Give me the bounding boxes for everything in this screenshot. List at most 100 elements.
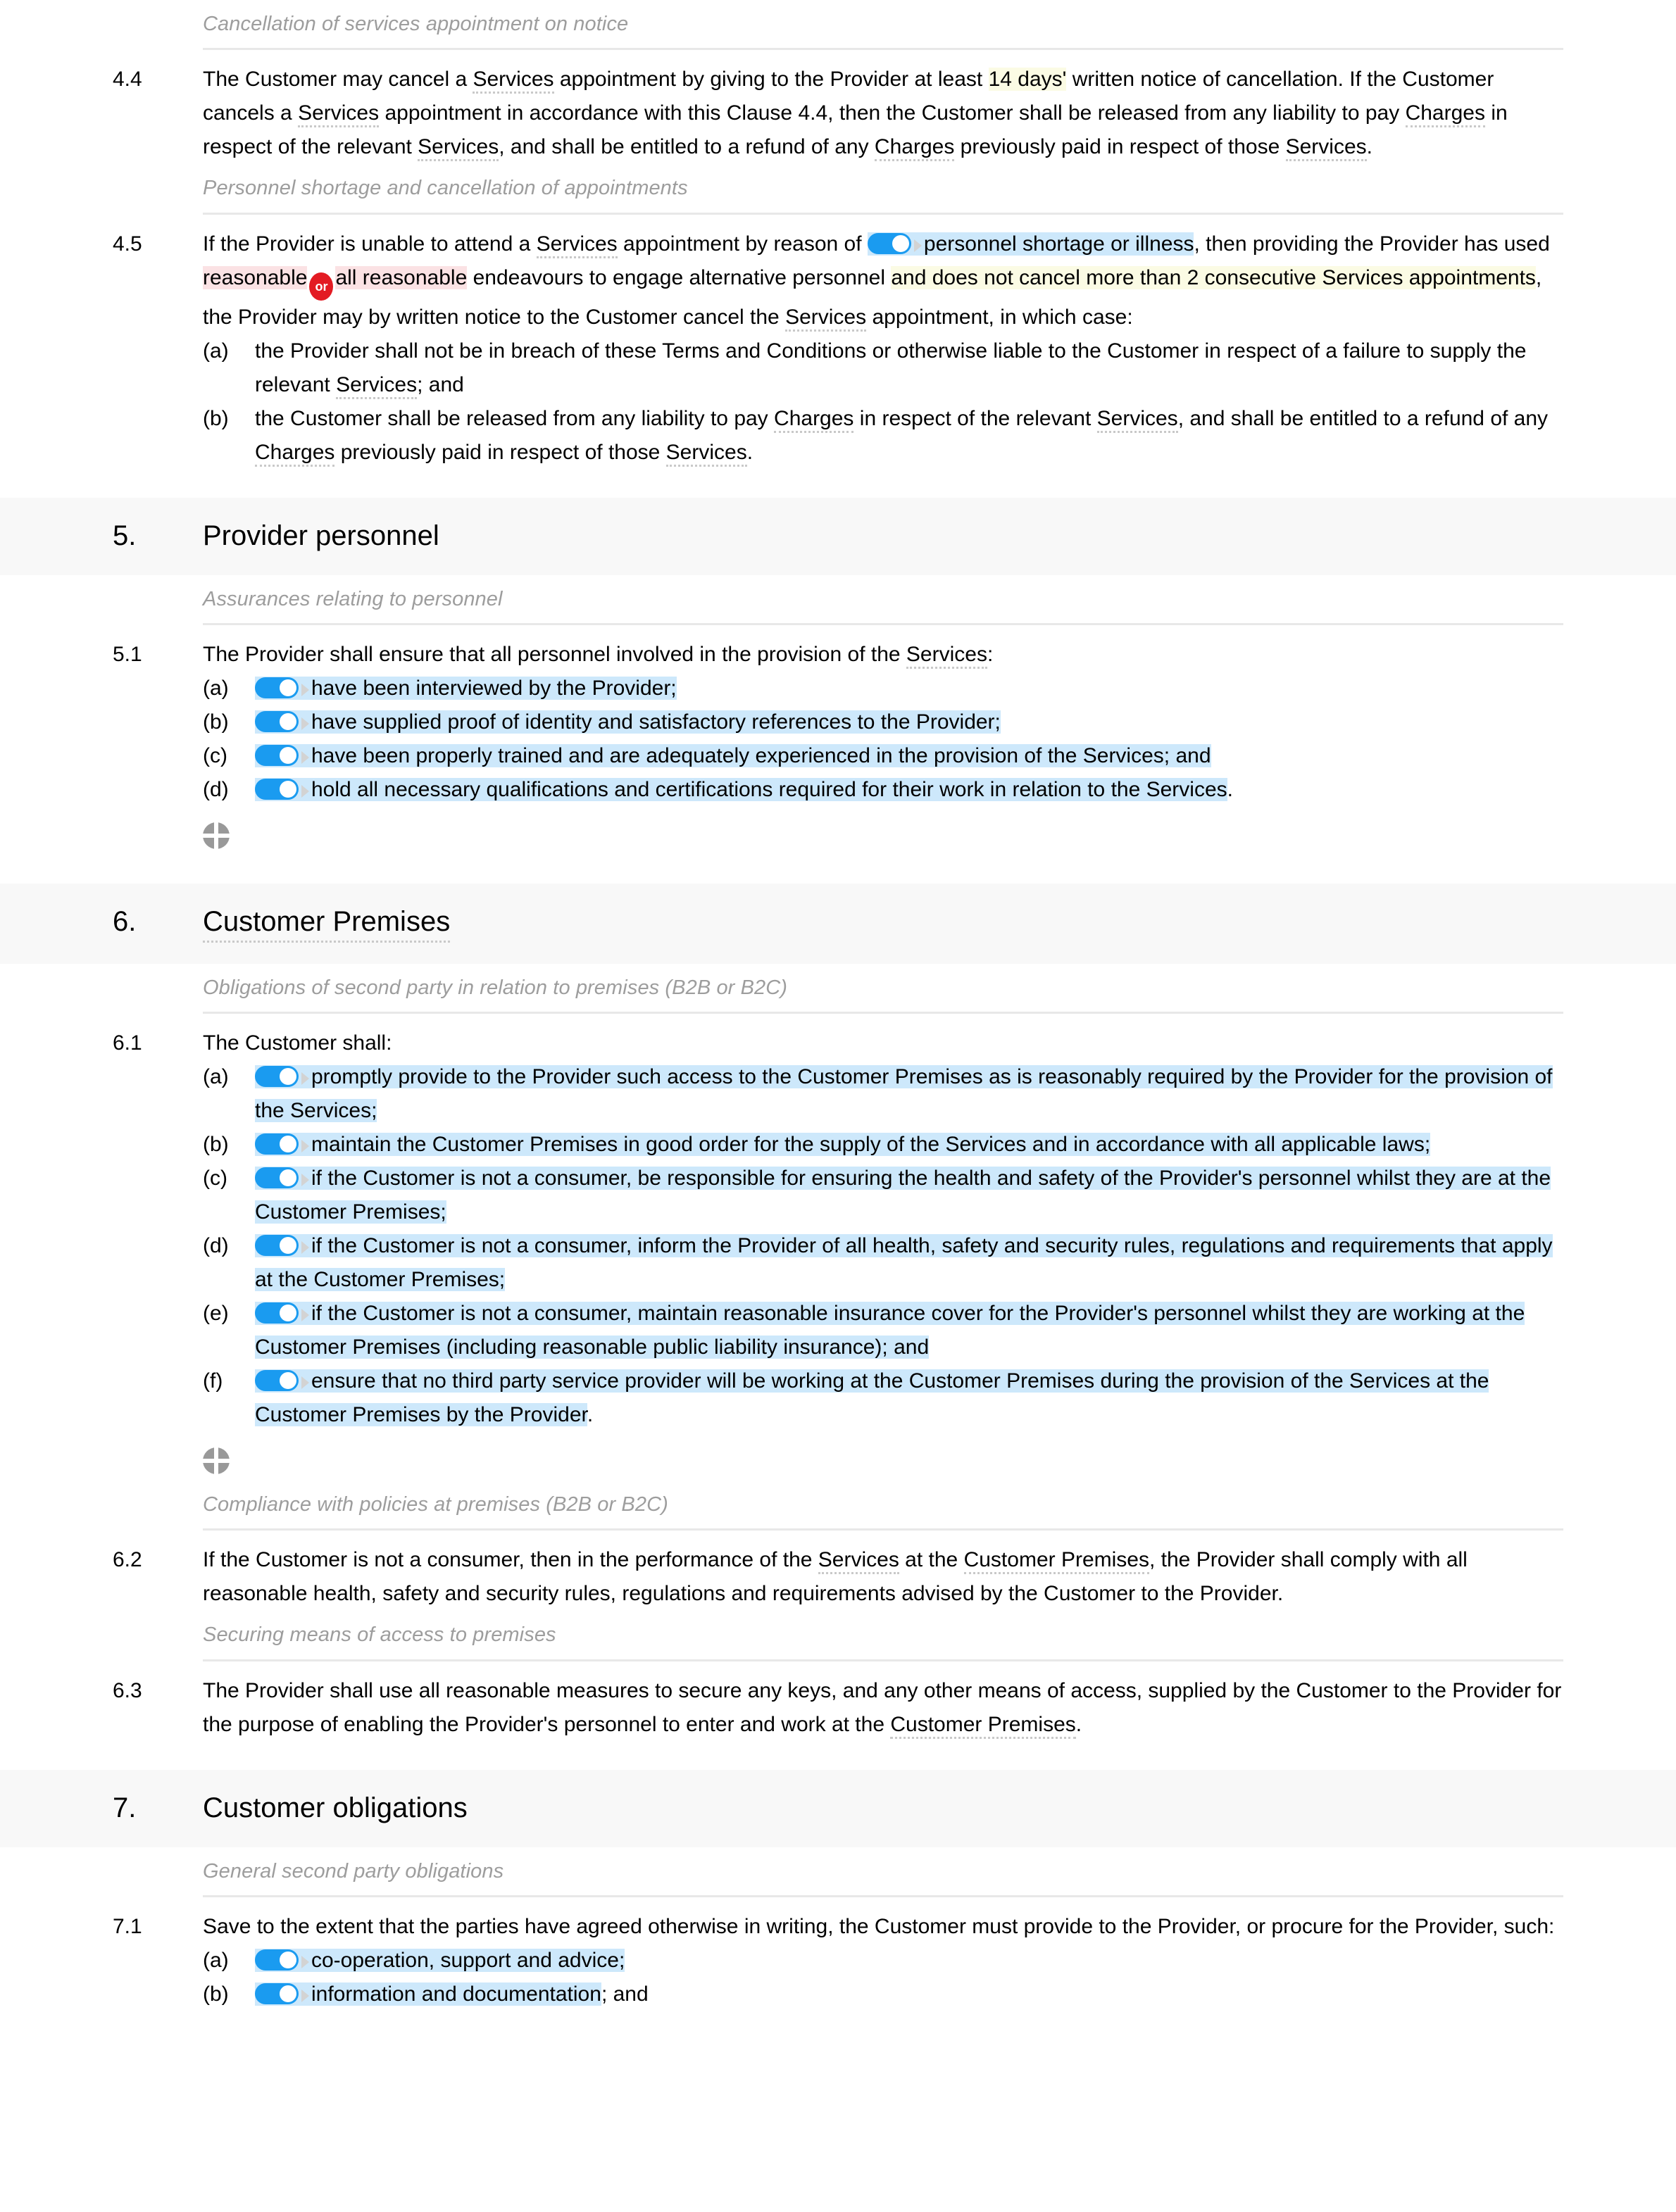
list-marker: (c) xyxy=(203,1167,227,1190)
defined-term-services[interactable]: Services xyxy=(1096,406,1178,433)
alternative-option-b[interactable]: all reasonable xyxy=(335,265,468,289)
toggle-arrow-icon xyxy=(301,1241,309,1254)
defined-term-services[interactable]: Services xyxy=(536,232,618,258)
list-item-text: if the Customer is not a consumer, maint… xyxy=(255,1297,1563,1364)
defined-term-services[interactable]: Services xyxy=(785,305,867,332)
defined-term-charges[interactable]: Charges xyxy=(774,406,854,433)
optional-clause-text: hold all necessary qualifications and ce… xyxy=(311,777,1227,801)
optional-clause[interactable]: co-operation, support and advice; xyxy=(255,1948,625,1972)
list-item: (c) if the Customer is not a consumer, b… xyxy=(203,1162,1563,1229)
optional-clause-text: ensure that no third party service provi… xyxy=(255,1369,1489,1426)
toggle-switch-icon[interactable] xyxy=(255,1370,299,1391)
list-item-text: promptly provide to the Provider such ac… xyxy=(255,1060,1563,1128)
section-number-5: 5. xyxy=(113,520,137,551)
optional-clause[interactable]: if the Customer is not a consumer, be re… xyxy=(255,1167,1551,1224)
list-item: (d) if the Customer is not a consumer, i… xyxy=(203,1229,1563,1297)
list-marker: (a) xyxy=(203,1948,229,1972)
toggle-switch-icon[interactable] xyxy=(255,1235,299,1256)
optional-clause-text: have been properly trained and are adequ… xyxy=(311,743,1211,767)
list-marker: (a) xyxy=(203,676,229,700)
crosshair-insert-icon[interactable] xyxy=(203,822,230,849)
text-run: previously paid in respect of those xyxy=(954,135,1286,159)
list-item: (a) promptly provide to the Provider suc… xyxy=(203,1060,1563,1128)
optional-clause[interactable]: if the Customer is not a consumer, infor… xyxy=(255,1234,1553,1291)
defined-term-services[interactable]: Services xyxy=(1285,135,1367,162)
toggle-switch-icon[interactable] xyxy=(255,1982,299,2004)
list-item: (e) if the Customer is not a consumer, m… xyxy=(203,1297,1563,1364)
defined-term-charges[interactable]: Charges xyxy=(1405,101,1485,128)
optional-clause[interactable]: have been interviewed by the Provider; xyxy=(255,676,677,700)
subheading-7-1: General second party obligations xyxy=(203,1859,504,1883)
clause-text-4-4: The Customer may cancel a Services appoi… xyxy=(203,63,1676,164)
defined-term-services[interactable]: Services xyxy=(906,642,987,669)
toggle-switch-icon[interactable] xyxy=(255,677,299,698)
subheading-block-4-5: Personnel shortage and cancellation of a… xyxy=(0,164,1676,215)
crosshair-insert-icon[interactable] xyxy=(203,1447,230,1474)
optional-clause[interactable]: ensure that no third party service provi… xyxy=(255,1369,1489,1426)
subheading-6-3: Securing means of access to premises xyxy=(203,1623,556,1647)
toggle-arrow-icon xyxy=(301,683,309,696)
list-item-text: the Customer shall be released from any … xyxy=(255,402,1563,470)
optional-clause[interactable]: if the Customer is not a consumer, maint… xyxy=(255,1302,1525,1359)
text-run: : xyxy=(987,642,994,666)
list-marker: (a) xyxy=(203,1065,229,1088)
section-heading-7: 7. Customer obligations xyxy=(0,1769,1676,1847)
optional-clause[interactable]: information and documentation xyxy=(255,1982,601,2006)
toggle-arrow-icon xyxy=(301,1309,309,1321)
optional-clause-personnel-shortage[interactable]: personnel shortage or illness xyxy=(867,232,1194,256)
defined-term-services[interactable]: Services xyxy=(298,101,380,128)
optional-clause[interactable]: have supplied proof of identity and sati… xyxy=(255,710,1001,734)
defined-term-charges[interactable]: Charges xyxy=(874,135,955,162)
clause-5-1: 5.1 The Provider shall ensure that all p… xyxy=(0,625,1676,807)
insert-marker-row xyxy=(203,1432,1676,1481)
text-run: . xyxy=(1227,777,1233,801)
variable-field-notice-period[interactable]: 14 days' xyxy=(988,68,1067,92)
clause-text-7-1: Save to the extent that the parties have… xyxy=(203,1910,1676,2011)
toggle-switch-icon[interactable] xyxy=(255,710,299,732)
optional-clause[interactable]: promptly provide to the Provider such ac… xyxy=(255,1065,1553,1122)
optional-clause[interactable]: hold all necessary qualifications and ce… xyxy=(255,777,1227,801)
text-run: . xyxy=(587,1403,594,1426)
defined-term-services[interactable]: Services xyxy=(336,372,418,399)
section-title-6[interactable]: Customer Premises xyxy=(203,903,451,943)
optional-clause[interactable]: maintain the Customer Premises in good o… xyxy=(255,1133,1431,1156)
toggle-switch-icon[interactable] xyxy=(255,1167,299,1188)
toggle-switch-icon[interactable] xyxy=(255,778,299,800)
section-heading-5: 5. Provider personnel xyxy=(0,497,1676,575)
defined-term-customer-premises[interactable]: Customer Premises xyxy=(890,1712,1076,1739)
defined-term-charges[interactable]: Charges xyxy=(255,440,335,467)
optional-clause-text: have been interviewed by the Provider; xyxy=(311,676,677,700)
list-item-text: ensure that no third party service provi… xyxy=(255,1364,1563,1432)
section-title-5[interactable]: Provider personnel xyxy=(203,517,439,554)
text-run: The Provider shall use all reasonable me… xyxy=(203,1678,1562,1736)
optional-clause-text: if the Customer is not a consumer, maint… xyxy=(255,1302,1525,1359)
subheading-block-6-2: Compliance with policies at premises (B2… xyxy=(0,1481,1676,1531)
toggle-switch-icon[interactable] xyxy=(255,1949,299,1971)
defined-term-services[interactable]: Services xyxy=(818,1548,899,1575)
toggle-switch-icon[interactable] xyxy=(255,1066,299,1087)
subheading-block-6-1: Obligations of second party in relation … xyxy=(0,964,1676,1014)
list-item-text: information and documentation; and xyxy=(255,1978,1563,2011)
toggle-switch-icon[interactable] xyxy=(255,744,299,766)
alternative-option-a[interactable]: reasonable xyxy=(203,265,308,289)
defined-term-services[interactable]: Services xyxy=(665,440,747,467)
subheading-4-4: Cancellation of services appointment on … xyxy=(203,13,629,35)
toggle-switch-icon[interactable] xyxy=(255,1133,299,1155)
defined-term-services[interactable]: Services xyxy=(418,135,499,162)
subheading-block-5-1: Assurances relating to personnel xyxy=(0,575,1676,625)
section-title-7[interactable]: Customer obligations xyxy=(203,1790,468,1826)
variable-field-cancellation-limit[interactable]: and does not cancel more than 2 consecut… xyxy=(891,265,1536,289)
optional-clause[interactable]: have been properly trained and are adequ… xyxy=(255,743,1211,767)
or-badge-icon[interactable]: or xyxy=(309,272,334,301)
toggle-switch-icon[interactable] xyxy=(255,1302,299,1324)
text-run: . xyxy=(746,440,753,464)
toggle-switch-icon[interactable] xyxy=(867,232,911,254)
list-item-text: hold all necessary qualifications and ce… xyxy=(255,773,1563,807)
defined-term-services[interactable]: Services xyxy=(473,68,554,94)
clause-number-7-1: 7.1 xyxy=(113,1914,142,1938)
optional-clause-text: information and documentation xyxy=(311,1982,601,2006)
optional-clause-text: maintain the Customer Premises in good o… xyxy=(311,1133,1431,1156)
clause-number-4-5: 4.5 xyxy=(113,232,142,256)
defined-term-customer-premises[interactable]: Customer Premises xyxy=(963,1548,1149,1575)
text-run: , and shall be entitled to a refund of a… xyxy=(499,135,875,159)
